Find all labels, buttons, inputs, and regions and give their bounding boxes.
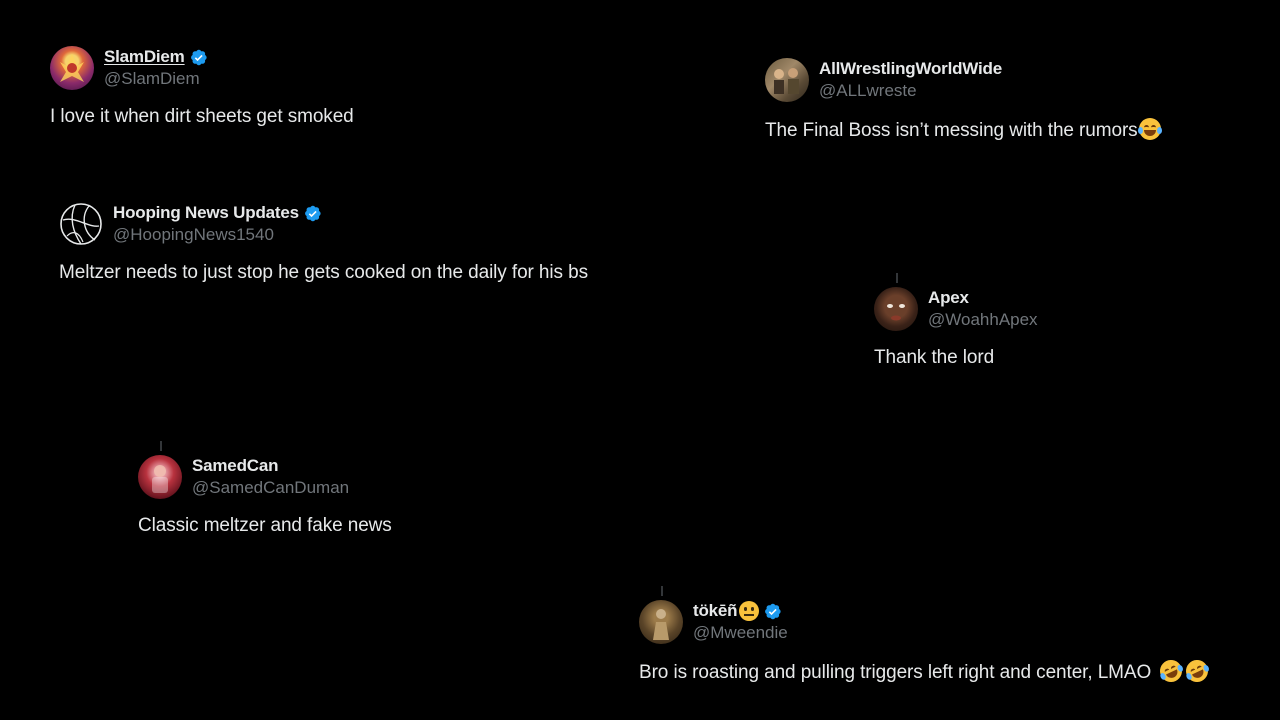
verified-badge-icon bbox=[189, 48, 208, 67]
handle[interactable]: @ALLwreste bbox=[819, 80, 1002, 102]
display-name[interactable]: Hooping News Updates bbox=[113, 202, 299, 224]
thread-connector bbox=[896, 273, 898, 283]
verified-badge-icon bbox=[763, 602, 782, 621]
tweet-text: Meltzer needs to just stop he gets cooke… bbox=[59, 262, 588, 283]
neutral-face-emoji-icon bbox=[739, 601, 760, 621]
thread-connector bbox=[160, 441, 162, 451]
tweet-text: Bro is roasting and pulling triggers lef… bbox=[639, 662, 1152, 683]
display-name[interactable]: SamedCan bbox=[192, 455, 278, 477]
avatar-figure-icon[interactable] bbox=[639, 600, 683, 644]
avatar-group-photo-icon[interactable] bbox=[765, 58, 809, 102]
tweet-text: Thank the lord bbox=[874, 347, 995, 368]
handle[interactable]: @WoahhApex bbox=[928, 309, 1038, 331]
tweet-slamdiem[interactable]: SlamDiem @SlamDiem I love it when dirt s… bbox=[50, 46, 354, 128]
display-name[interactable]: SlamDiem bbox=[104, 46, 185, 68]
display-name[interactable]: tökēñ bbox=[693, 600, 738, 622]
tweet-token[interactable]: tökēñ @Mweendie Bro is roasting and pull… bbox=[639, 600, 1212, 686]
tweet-apex[interactable]: Apex @WoahhApex Thank the lord bbox=[874, 287, 1038, 369]
tweet-text: Classic meltzer and fake news bbox=[138, 515, 392, 536]
basketball-icon[interactable] bbox=[59, 202, 103, 246]
tweet-hooping-news-updates[interactable]: Hooping News Updates @HoopingNews1540 Me… bbox=[59, 202, 588, 284]
thread-connector bbox=[661, 586, 663, 596]
avatar-red-icon[interactable] bbox=[138, 455, 182, 499]
handle[interactable]: @SlamDiem bbox=[104, 68, 208, 90]
tweet-allwrestlingworldwide[interactable]: AllWrestlingWorldWide @ALLwreste The Fin… bbox=[765, 58, 1162, 142]
handle[interactable]: @Mweendie bbox=[693, 622, 788, 644]
tweet-samedcan[interactable]: SamedCan @SamedCanDuman Classic meltzer … bbox=[138, 455, 392, 537]
handle[interactable]: @SamedCanDuman bbox=[192, 477, 349, 499]
verified-badge-icon bbox=[303, 204, 322, 223]
handle[interactable]: @HoopingNews1540 bbox=[113, 224, 322, 246]
avatar-face-icon[interactable] bbox=[874, 287, 918, 331]
tweet-text-row: The Final Boss isn’t messing with the ru… bbox=[765, 118, 1162, 142]
rolling-on-floor-laughing-emoji-icon bbox=[1156, 656, 1186, 686]
tweet-text: I love it when dirt sheets get smoked bbox=[50, 106, 354, 127]
tweet-text-row: Bro is roasting and pulling triggers lef… bbox=[639, 656, 1212, 686]
avatar-wrestler-icon[interactable] bbox=[50, 46, 94, 90]
display-name[interactable]: AllWrestlingWorldWide bbox=[819, 58, 1002, 80]
tears-of-joy-emoji-icon bbox=[1137, 118, 1162, 140]
rolling-on-floor-laughing-emoji-icon bbox=[1182, 656, 1212, 686]
display-name[interactable]: Apex bbox=[928, 287, 969, 309]
tweet-text: The Final Boss isn’t messing with the ru… bbox=[765, 120, 1138, 141]
